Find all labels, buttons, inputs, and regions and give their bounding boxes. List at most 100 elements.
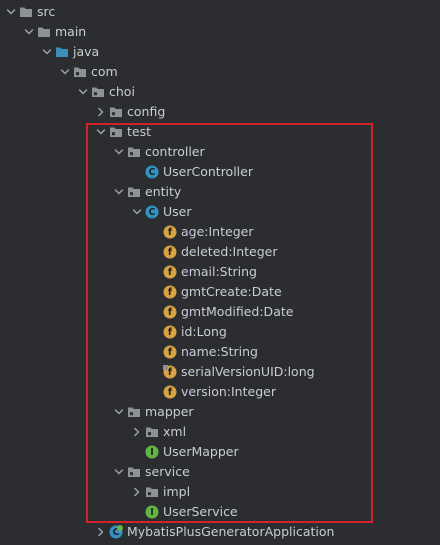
static-field-icon: f bbox=[163, 365, 177, 379]
tree-item-xml[interactable]: xml bbox=[0, 422, 440, 442]
tree-item-label: choi bbox=[109, 84, 135, 99]
tree-item-label: deleted:Integer bbox=[181, 244, 278, 259]
package-icon bbox=[145, 425, 159, 439]
tree-item-mapper[interactable]: mapper bbox=[0, 402, 440, 422]
field-icon: f bbox=[163, 385, 177, 399]
tree-item-label: UserService bbox=[163, 504, 238, 519]
chevron-down-icon[interactable] bbox=[112, 182, 126, 202]
tree-item-id-long[interactable]: f id:Long bbox=[0, 322, 440, 342]
tree-item-name-string[interactable]: f name:String bbox=[0, 342, 440, 362]
chevron-down-icon[interactable] bbox=[94, 122, 108, 142]
tree-item-service[interactable]: service bbox=[0, 462, 440, 482]
tree-item-test[interactable]: test bbox=[0, 122, 440, 142]
source-folder-icon bbox=[55, 45, 69, 59]
tree-item-label: gmtCreate:Date bbox=[181, 284, 282, 299]
tree-item-label: entity bbox=[145, 184, 182, 199]
tree-item-label: impl bbox=[163, 484, 191, 499]
project-tree: src main java com choi config test controller C U… bbox=[0, 2, 440, 542]
tree-item-user[interactable]: C User bbox=[0, 202, 440, 222]
tree-item-label: test bbox=[127, 124, 152, 139]
tree-item-java[interactable]: java bbox=[0, 42, 440, 62]
tree-item-deleted-integer[interactable]: f deleted:Integer bbox=[0, 242, 440, 262]
package-icon bbox=[127, 145, 141, 159]
chevron-down-icon[interactable] bbox=[22, 22, 36, 42]
field-icon: f bbox=[163, 345, 177, 359]
tree-item-label: name:String bbox=[181, 344, 258, 359]
tree-item-label: email:String bbox=[181, 264, 257, 279]
tree-item-label: java bbox=[73, 44, 100, 59]
package-icon bbox=[127, 405, 141, 419]
tree-item-userservice[interactable]: I UserService bbox=[0, 502, 440, 522]
tree-item-com[interactable]: com bbox=[0, 62, 440, 82]
spring-class-icon: C bbox=[109, 525, 123, 539]
tree-item-gmtcreate-date[interactable]: f gmtCreate:Date bbox=[0, 282, 440, 302]
tree-item-controller[interactable]: controller bbox=[0, 142, 440, 162]
chevron-down-icon[interactable] bbox=[4, 2, 18, 22]
folder-icon bbox=[19, 5, 33, 19]
package-icon bbox=[127, 465, 141, 479]
package-icon bbox=[127, 185, 141, 199]
tree-item-version-integer[interactable]: f version:Integer bbox=[0, 382, 440, 402]
svg-text:I: I bbox=[150, 447, 154, 458]
tree-item-age-integer[interactable]: f age:Integer bbox=[0, 222, 440, 242]
class-icon: C bbox=[145, 205, 159, 219]
field-icon: f bbox=[163, 265, 177, 279]
package-icon bbox=[91, 85, 105, 99]
folder-icon bbox=[37, 25, 51, 39]
tree-item-src[interactable]: src bbox=[0, 2, 440, 22]
chevron-right-icon[interactable] bbox=[130, 482, 144, 502]
tree-item-label: xml bbox=[163, 424, 187, 439]
tree-item-label: mapper bbox=[145, 404, 194, 419]
field-icon: f bbox=[163, 225, 177, 239]
chevron-down-icon[interactable] bbox=[76, 82, 90, 102]
chevron-down-icon[interactable] bbox=[112, 462, 126, 482]
tree-item-label: config bbox=[127, 104, 166, 119]
package-icon bbox=[145, 485, 159, 499]
tree-item-label: UserMapper bbox=[163, 444, 239, 459]
svg-text:C: C bbox=[149, 167, 156, 178]
tree-item-label: UserController bbox=[163, 164, 253, 179]
class-icon: C bbox=[145, 165, 159, 179]
tree-item-label: User bbox=[163, 204, 192, 219]
tree-item-label: service bbox=[145, 464, 190, 479]
package-icon bbox=[73, 65, 87, 79]
svg-text:C: C bbox=[149, 207, 156, 218]
svg-text:I: I bbox=[150, 507, 154, 518]
tree-item-email-string[interactable]: f email:String bbox=[0, 262, 440, 282]
tree-item-label: id:Long bbox=[181, 324, 227, 339]
chevron-down-icon[interactable] bbox=[130, 202, 144, 222]
tree-item-usermapper[interactable]: I UserMapper bbox=[0, 442, 440, 462]
tree-item-label: com bbox=[91, 64, 118, 79]
tree-item-choi[interactable]: choi bbox=[0, 82, 440, 102]
interface-icon: I bbox=[145, 445, 159, 459]
chevron-right-icon[interactable] bbox=[94, 522, 108, 542]
tree-item-main[interactable]: main bbox=[0, 22, 440, 42]
chevron-down-icon[interactable] bbox=[112, 142, 126, 162]
package-icon bbox=[109, 125, 123, 139]
tree-item-config[interactable]: config bbox=[0, 102, 440, 122]
tree-item-usercontroller[interactable]: C UserController bbox=[0, 162, 440, 182]
chevron-down-icon[interactable] bbox=[112, 402, 126, 422]
package-icon bbox=[109, 105, 123, 119]
tree-item-label: MybatisPlusGeneratorApplication bbox=[127, 524, 335, 539]
field-icon: f bbox=[163, 325, 177, 339]
tree-item-label: main bbox=[55, 24, 87, 39]
tree-item-label: controller bbox=[145, 144, 205, 159]
tree-item-serialversionuid-long[interactable]: f serialVersionUID:long bbox=[0, 362, 440, 382]
field-icon: f bbox=[163, 285, 177, 299]
interface-icon: I bbox=[145, 505, 159, 519]
tree-item-label: src bbox=[37, 4, 56, 19]
chevron-down-icon[interactable] bbox=[58, 62, 72, 82]
chevron-right-icon[interactable] bbox=[94, 102, 108, 122]
tree-item-impl[interactable]: impl bbox=[0, 482, 440, 502]
chevron-right-icon[interactable] bbox=[130, 422, 144, 442]
field-icon: f bbox=[163, 305, 177, 319]
chevron-down-icon[interactable] bbox=[40, 42, 54, 62]
tree-item-gmtmodified-date[interactable]: f gmtModified:Date bbox=[0, 302, 440, 322]
tree-item-label: age:Integer bbox=[181, 224, 254, 239]
tree-item-entity[interactable]: entity bbox=[0, 182, 440, 202]
tree-item-label: serialVersionUID:long bbox=[181, 364, 315, 379]
tree-item-mybatisplusgeneratorapplication[interactable]: C MybatisPlusGeneratorApplication bbox=[0, 522, 440, 542]
field-icon: f bbox=[163, 245, 177, 259]
tree-item-label: gmtModified:Date bbox=[181, 304, 294, 319]
